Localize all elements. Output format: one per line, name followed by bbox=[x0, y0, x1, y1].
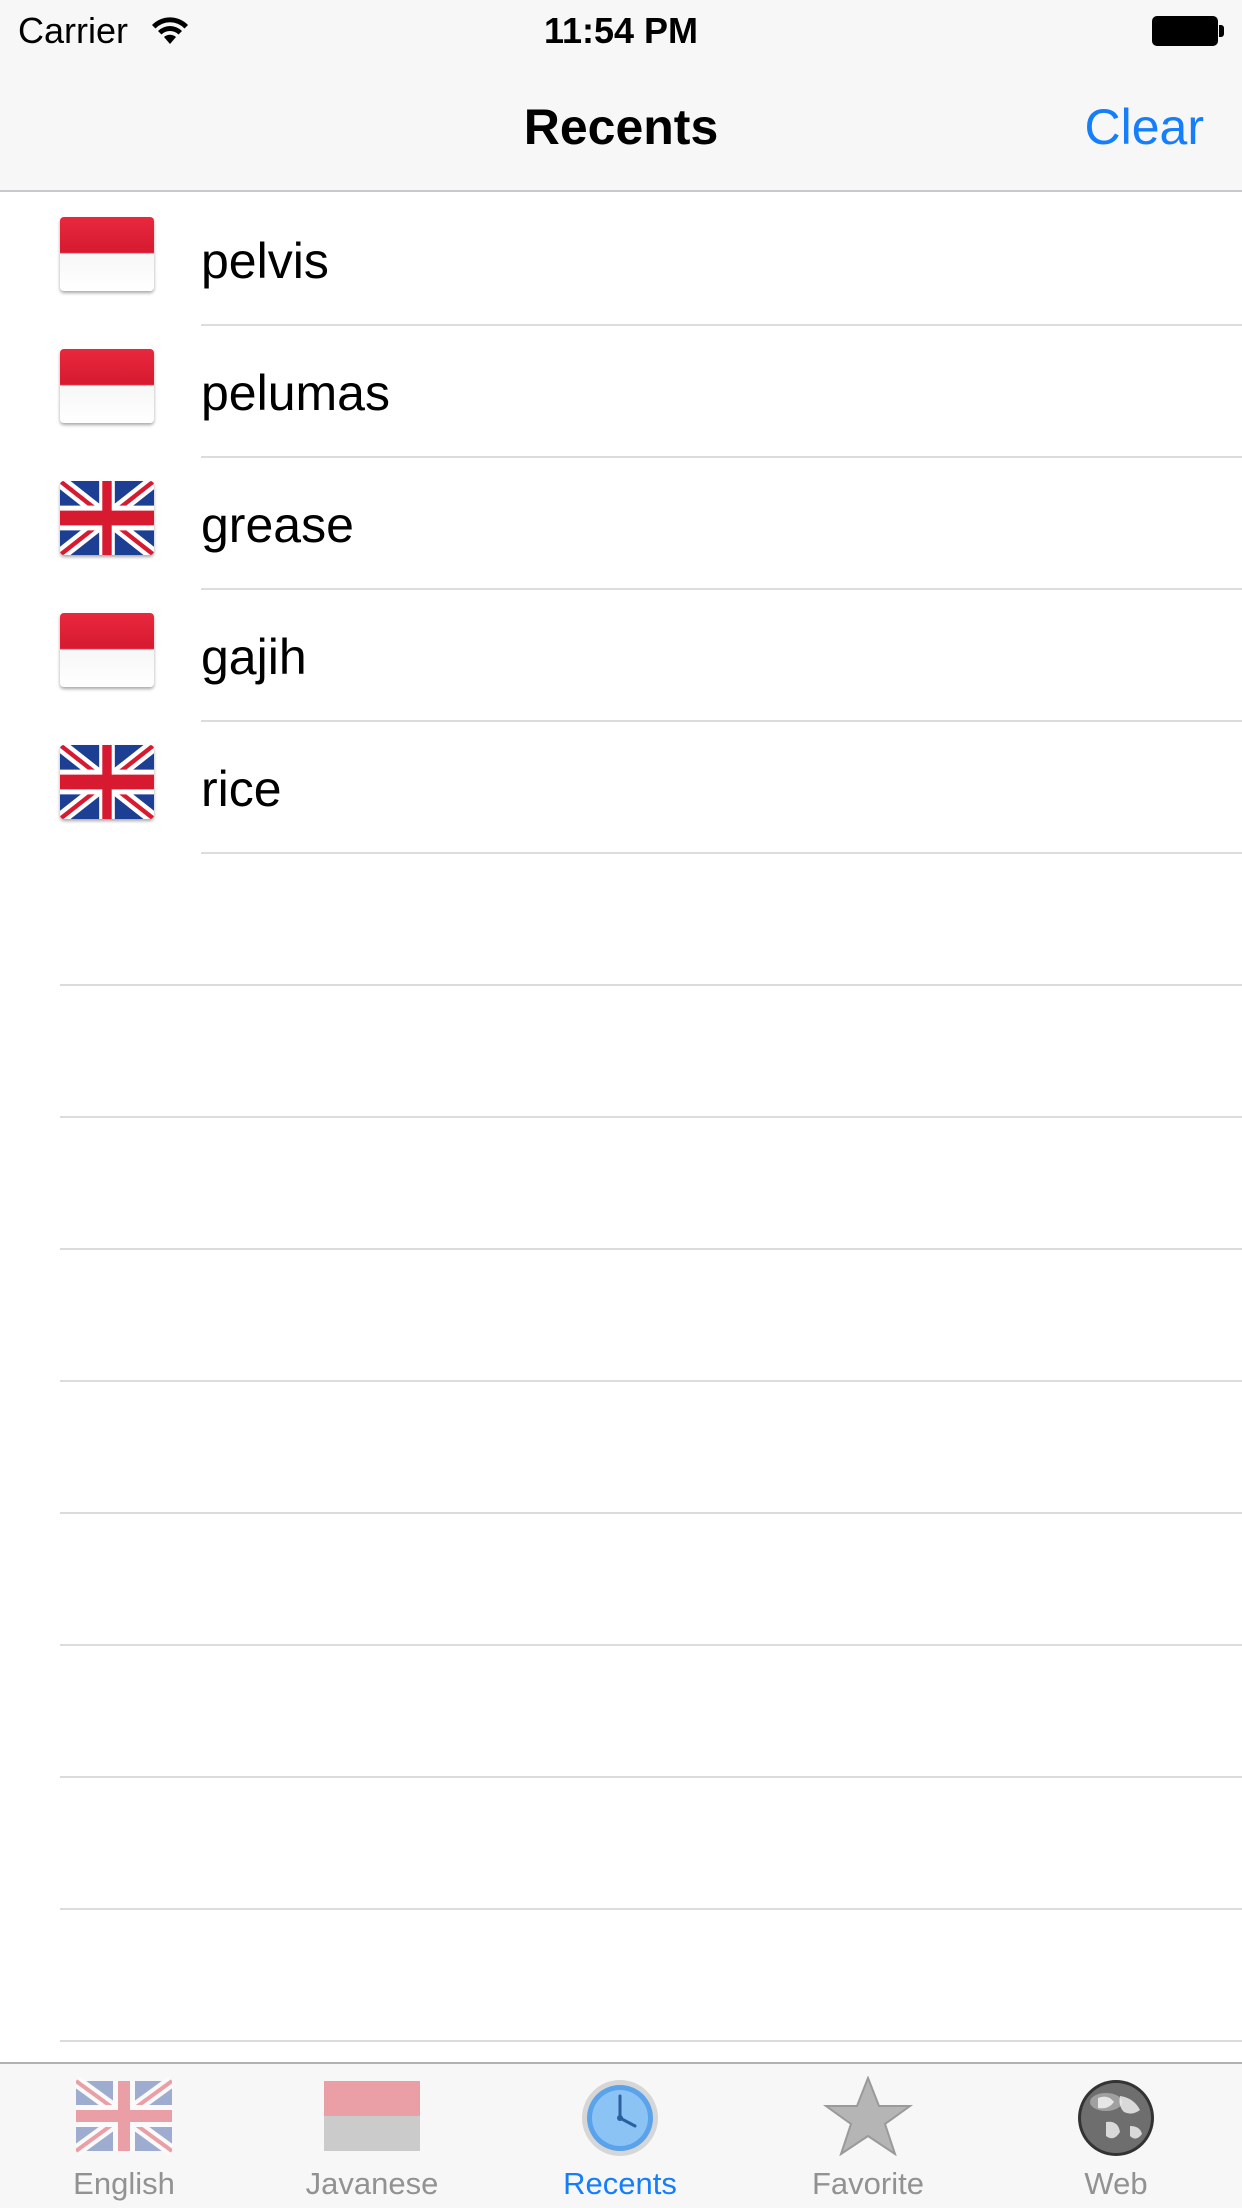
tab-label: Web bbox=[1084, 2166, 1148, 2201]
recents-list: pelvis pelumas grease gajih rice bbox=[0, 194, 1242, 2042]
tab-english[interactable]: English bbox=[0, 2064, 248, 2208]
tab-favorite[interactable]: Favorite bbox=[744, 2064, 992, 2208]
list-item-word: grease bbox=[201, 497, 354, 553]
empty-row bbox=[0, 1118, 1242, 1250]
clock-time: 11:54 PM bbox=[543, 10, 699, 51]
empty-row bbox=[0, 1382, 1242, 1514]
tab-label: Javanese bbox=[305, 2166, 439, 2201]
navigation-bar: Recents Clear bbox=[0, 62, 1242, 192]
globe-icon bbox=[1078, 2080, 1154, 2156]
indonesia-flag-icon bbox=[60, 217, 154, 291]
empty-row bbox=[0, 1910, 1242, 2042]
list-item-word: pelvis bbox=[201, 233, 329, 289]
empty-row bbox=[0, 1646, 1242, 1778]
tab-bar: English Javanese Recents Favorite Web bbox=[0, 2062, 1242, 2208]
tab-recents[interactable]: Recents bbox=[496, 2064, 744, 2208]
list-item[interactable]: grease bbox=[0, 458, 1242, 590]
list-item[interactable]: pelvis bbox=[0, 194, 1242, 326]
divider bbox=[60, 2040, 1242, 2042]
page-title: Recents bbox=[523, 99, 719, 155]
clock-icon bbox=[582, 2080, 658, 2156]
uk-flag-icon bbox=[60, 481, 154, 555]
empty-row bbox=[0, 1778, 1242, 1910]
empty-row bbox=[0, 986, 1242, 1118]
list-item[interactable]: pelumas bbox=[0, 326, 1242, 458]
clear-button[interactable]: Clear bbox=[1085, 98, 1204, 156]
tab-javanese[interactable]: Javanese bbox=[248, 2064, 496, 2208]
tab-web[interactable]: Web bbox=[992, 2064, 1240, 2208]
uk-flag-icon bbox=[76, 2076, 172, 2156]
empty-row bbox=[0, 1514, 1242, 1646]
list-item-word: gajih bbox=[201, 629, 307, 685]
indonesia-flag-icon bbox=[60, 613, 154, 687]
list-item[interactable]: rice bbox=[0, 722, 1242, 854]
battery-icon bbox=[1152, 16, 1224, 46]
empty-row bbox=[0, 1250, 1242, 1382]
list-item-word: rice bbox=[201, 761, 282, 817]
tab-label: English bbox=[73, 2166, 175, 2201]
tab-label: Favorite bbox=[812, 2166, 924, 2201]
list-item[interactable]: gajih bbox=[0, 590, 1242, 722]
status-bar: Carrier 11:54 PM bbox=[0, 0, 1242, 62]
indonesia-flag-icon bbox=[324, 2081, 420, 2151]
tab-label: Recents bbox=[563, 2166, 677, 2201]
empty-row bbox=[0, 854, 1242, 986]
list-item-word: pelumas bbox=[201, 365, 390, 421]
star-icon bbox=[822, 2076, 914, 2156]
uk-flag-icon bbox=[60, 745, 154, 819]
indonesia-flag-icon bbox=[60, 349, 154, 423]
